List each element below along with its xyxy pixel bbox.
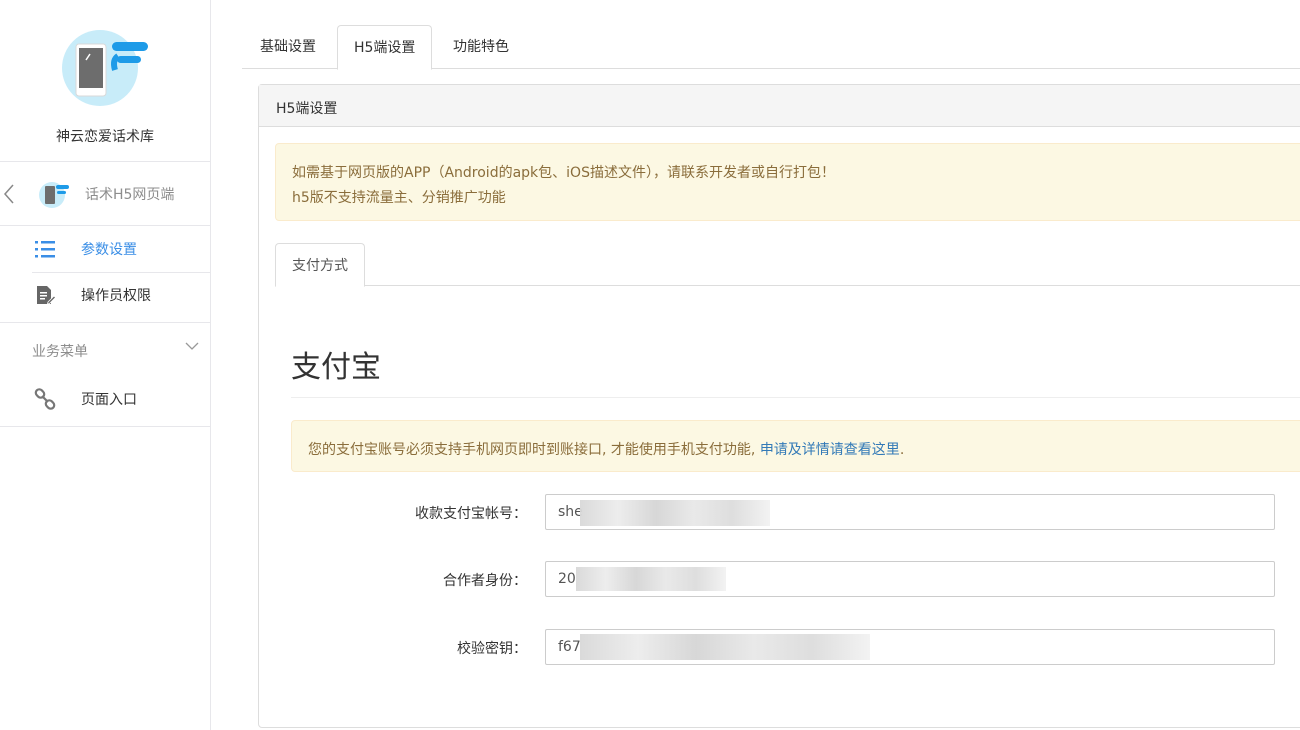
link-icon	[34, 388, 56, 410]
notice-alert: 如需基于网页版的APP（Android的apk包、iOS描述文件），请联系开发者…	[275, 143, 1300, 221]
redaction-blur	[580, 500, 770, 526]
sidebar-item-params[interactable]: 参数设置	[0, 226, 210, 272]
section-heading: 支付宝	[291, 350, 381, 385]
form-row-partner-id: 合作者身份：	[291, 561, 1281, 597]
chevron-left-icon[interactable]	[2, 182, 16, 206]
document-edit-icon	[37, 286, 56, 305]
tab-h5-settings[interactable]: H5端设置	[337, 25, 433, 70]
panel-header: H5端设置	[259, 85, 1300, 127]
secret-key-label: 校验密钥：	[457, 641, 527, 657]
chevron-down-icon[interactable]	[184, 340, 200, 352]
alipay-apply-link[interactable]: 申请及详情请查看这里	[760, 442, 900, 458]
notice-line: 如需基于网页版的APP（Android的apk包、iOS描述文件），请联系开发者…	[292, 165, 835, 181]
alipay-notice-end: .	[899, 442, 905, 458]
payment-tabs: 支付方式	[275, 243, 1300, 287]
app-header: 神云恋爱话术库	[0, 0, 210, 162]
sub-app-logo-icon	[39, 182, 69, 208]
alipay-notice: 您的支付宝账号必须支持手机网页即时到账接口, 才能使用手机支付功能, 申请及详情…	[291, 420, 1300, 472]
divider	[0, 322, 210, 323]
alipay-notice-text: 您的支付宝账号必须支持手机网页即时到账接口, 才能使用手机支付功能, 申请及详情…	[308, 439, 904, 459]
sidebar-item-label: 页面入口	[81, 392, 137, 408]
sub-app-switcher[interactable]: 话术H5网页端	[0, 162, 210, 226]
sidebar-item-operator-permissions[interactable]: 操作员权限	[0, 272, 210, 318]
app-name: 神云恋爱话术库	[56, 129, 154, 145]
alipay-notice-body: 您的支付宝账号必须支持手机网页即时到账接口, 才能使用手机支付功能,	[308, 442, 756, 458]
sidebar-item-label: 操作员权限	[81, 288, 151, 304]
panel-title: H5端设置	[276, 101, 338, 117]
sidebar: 神云恋爱话术库 话术H5网页端 参数设置 操作员权限 业务菜单 页面入口	[0, 0, 211, 730]
divider	[0, 426, 210, 427]
notice-line: h5版不支持流量主、分销推广功能	[292, 190, 506, 206]
redaction-blur	[580, 634, 870, 660]
top-tabs: 基础设置 H5端设置 功能特色	[242, 25, 1300, 70]
app-logo-icon	[62, 30, 148, 106]
alipay-account-label: 收款支付宝帐号：	[415, 506, 527, 522]
sub-app-name: 话术H5网页端	[85, 187, 175, 203]
redaction-blur	[576, 567, 726, 591]
form-row-alipay-account: 收款支付宝帐号：	[291, 494, 1281, 530]
sidebar-item-page-entry[interactable]: 页面入口	[0, 376, 210, 422]
sidebar-item-label: 参数设置	[81, 242, 137, 258]
tab-payment-method[interactable]: 支付方式	[275, 243, 365, 287]
section-title: 业务菜单	[32, 344, 88, 360]
tab-features[interactable]: 功能特色	[437, 25, 525, 69]
tab-basic-settings[interactable]: 基础设置	[244, 25, 332, 69]
list-icon	[35, 241, 55, 258]
divider	[291, 397, 1300, 398]
partner-id-label: 合作者身份：	[443, 573, 527, 589]
